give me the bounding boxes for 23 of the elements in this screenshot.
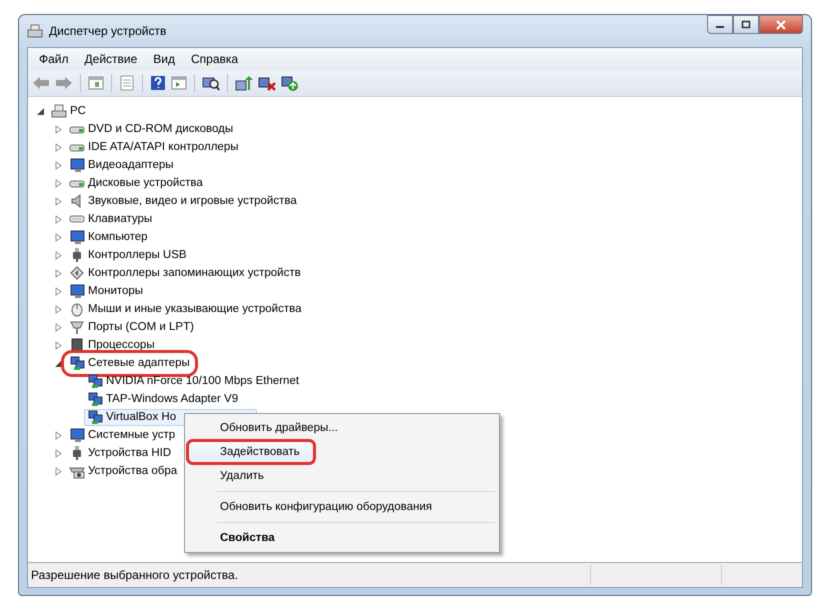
tree-item-label: Дисковые устройства — [88, 177, 203, 189]
tree-item-label: NVIDIA nForce 10/100 Mbps Ethernet — [106, 375, 300, 387]
tree-item-label: TAP-Windows Adapter V9 — [106, 393, 238, 405]
window-title: Диспетчер устройств — [49, 24, 166, 38]
tree-item-label: Сетевые адаптеры — [88, 357, 190, 369]
tree-item-label: Клавиатуры — [88, 213, 152, 225]
status-text: Разрешение выбранного устройства. — [30, 568, 240, 582]
tree-item-label: Компьютер — [88, 231, 148, 243]
tree-item-label: Мыши и иные указывающие устройства — [88, 303, 302, 315]
tree-item-label: Видеоадаптеры — [88, 159, 174, 171]
tree-item-label: Устройства HID — [88, 447, 172, 459]
tree-item-label: Контроллеры USB — [88, 249, 187, 261]
tree-item-label: PC — [70, 105, 86, 117]
tree-item-label: Системные устр — [88, 429, 176, 441]
tree-item-label: Процессоры — [88, 339, 155, 351]
tree-item-label: IDE ATA/ATAPI контроллеры — [88, 141, 238, 153]
tree-item-label: Контроллеры запоминающих устройств — [88, 267, 301, 279]
tree-item-label: Порты (COM и LPT) — [88, 321, 194, 333]
tree-item-label: Мониторы — [88, 285, 144, 297]
tree-item-label: Устройства обра — [88, 465, 178, 477]
tree-item-label: Звуковые, видео и игровые устройства — [88, 195, 297, 207]
tree-item-label: VirtualBox Ho — [106, 411, 176, 423]
tree-item-label: DVD и CD-ROM дисководы — [88, 123, 234, 135]
